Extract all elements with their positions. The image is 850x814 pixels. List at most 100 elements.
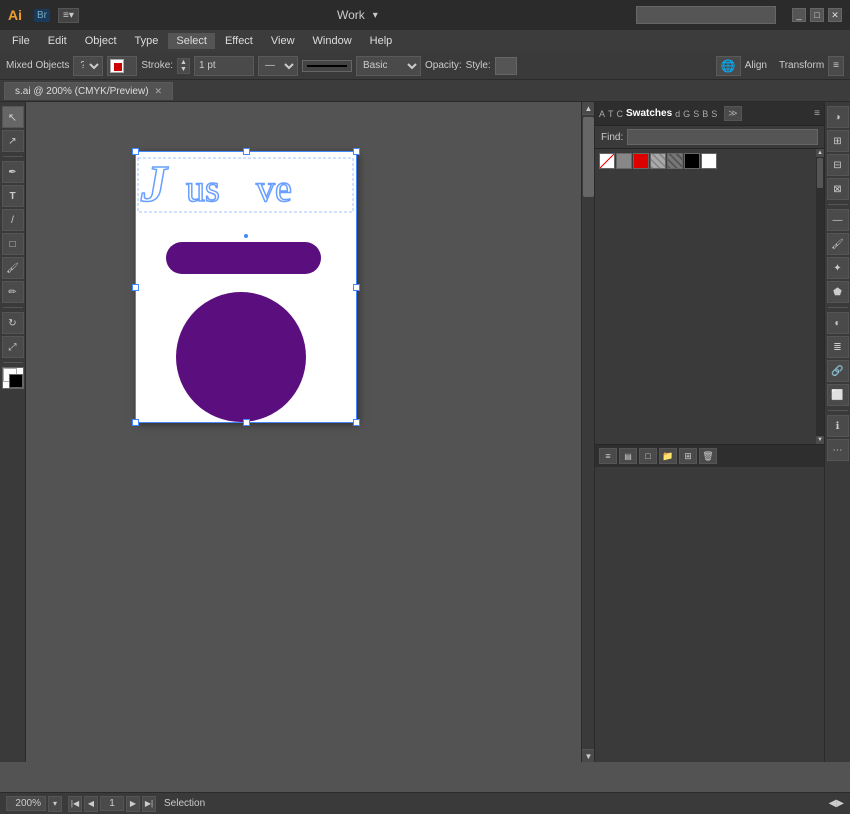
panel-icon-d[interactable]: d — [675, 109, 680, 119]
stroke-panel-button[interactable]: — — [827, 209, 849, 231]
close-button[interactable]: ✕ — [828, 8, 842, 22]
more-panels-button[interactable]: ⋯ — [827, 439, 849, 461]
symbols-panel-button[interactable]: ✦ — [827, 257, 849, 279]
document-close-icon[interactable]: ✕ — [155, 86, 163, 97]
delete-swatch-button[interactable]: 🗑 — [699, 448, 717, 464]
document-tab[interactable]: s.ai @ 200% (CMYK/Preview) ✕ — [4, 82, 173, 100]
appearance-button[interactable]: ◐ — [827, 312, 849, 334]
new-swatch-button[interactable]: □ — [639, 448, 657, 464]
direct-select-tool-button[interactable]: ↗ — [2, 130, 24, 152]
graphic-styles-button[interactable]: ⬟ — [827, 281, 849, 303]
align-button[interactable]: Align — [745, 60, 767, 71]
stroke-style-select[interactable]: Basic — [356, 56, 421, 76]
menu-edit[interactable]: Edit — [40, 33, 75, 49]
swatch-black[interactable] — [684, 153, 700, 169]
panel-icon-t[interactable]: T — [608, 109, 614, 119]
scale-tool-button[interactable]: ⤢ — [2, 336, 24, 358]
find-input[interactable] — [627, 129, 818, 145]
rotate-tool-button[interactable]: ↻ — [2, 312, 24, 334]
pen-tool-button[interactable]: ✒ — [2, 161, 24, 183]
swatch-white[interactable] — [701, 153, 717, 169]
panel-icon-b[interactable]: B — [702, 109, 708, 119]
minimize-button[interactable]: _ — [792, 8, 806, 22]
fill-box[interactable] — [2, 367, 24, 389]
search-input[interactable] — [636, 6, 776, 24]
menu-view[interactable]: View — [263, 33, 303, 49]
swatch-registration[interactable] — [616, 153, 632, 169]
panel-switcher-button[interactable]: ≡▾ — [58, 8, 79, 23]
panel-icon-a[interactable]: A — [599, 109, 605, 119]
align-panel-button[interactable]: ⊟ — [827, 154, 849, 176]
menu-select[interactable]: Select — [168, 33, 215, 49]
menu-window[interactable]: Window — [305, 33, 360, 49]
menu-type[interactable]: Type — [127, 33, 167, 49]
circle-shape — [176, 292, 306, 422]
links-button[interactable]: 🔗 — [827, 360, 849, 382]
swatch-none[interactable] — [599, 153, 615, 169]
layers-button[interactable]: ≣ — [827, 336, 849, 358]
swatch-pattern2[interactable] — [667, 153, 683, 169]
workspace-dropdown-arrow[interactable]: ▾ — [373, 10, 378, 21]
libraries-button[interactable]: ⊞ — [679, 448, 697, 464]
workspace-label: Work — [337, 8, 365, 22]
stroke-up-button[interactable]: ▲▼ — [177, 58, 190, 74]
menu-object[interactable]: Object — [77, 33, 125, 49]
document-title: s.ai @ 200% (CMYK/Preview) — [15, 86, 149, 97]
zoom-dropdown[interactable]: ▾ — [48, 796, 62, 812]
scroll-up-arrow[interactable]: ▲ — [582, 102, 594, 115]
selection-tool-button[interactable]: ↖ — [2, 106, 24, 128]
artboards-button[interactable]: ⬜ — [827, 384, 849, 406]
panel-icon-s2[interactable]: S — [711, 109, 717, 119]
zoom-input[interactable] — [6, 796, 46, 811]
panel-icon-s[interactable]: S — [693, 109, 699, 119]
color-guide-button[interactable]: ◑ — [827, 106, 849, 128]
menu-effect[interactable]: Effect — [217, 33, 261, 49]
text-selection-area: J us ve — [136, 156, 356, 214]
new-folder-button[interactable]: 📁 — [659, 448, 677, 464]
panel-expand-button[interactable]: ≫ — [724, 106, 741, 121]
new-color-group-button[interactable]: ▤ — [619, 448, 637, 464]
swatches-scrollbar[interactable]: ▲ ▼ — [816, 149, 824, 444]
panel-icon-g[interactable]: G — [683, 109, 690, 119]
panel-icon-c[interactable]: C — [617, 109, 624, 119]
style-color-box[interactable] — [495, 57, 517, 75]
swatches-scroll-down[interactable]: ▼ — [816, 436, 824, 444]
menu-file[interactable]: File — [4, 33, 38, 49]
pathfinder-button[interactable]: ⊠ — [827, 178, 849, 200]
panel-menu-icon[interactable]: ≡ — [814, 108, 820, 119]
more-options-button[interactable]: ≡ — [828, 56, 844, 76]
page-prev-button[interactable]: ◀ — [84, 796, 98, 812]
object-props-button[interactable]: ℹ — [827, 415, 849, 437]
swatches-tab-label[interactable]: Swatches — [626, 108, 672, 119]
swatch-red[interactable] — [633, 153, 649, 169]
mixed-objects-select[interactable]: ? — [73, 56, 103, 76]
page-number-input[interactable] — [100, 796, 124, 811]
transform-button[interactable]: Transform — [779, 60, 824, 71]
page-first-button[interactable]: |◀ — [68, 796, 82, 812]
page-last-button[interactable]: ▶| — [142, 796, 156, 812]
fill-color-button[interactable] — [107, 56, 137, 76]
canvas-area[interactable]: J us ve — [26, 102, 594, 762]
scroll-down-arrow[interactable]: ▼ — [582, 749, 594, 762]
swatch-pattern1[interactable] — [650, 153, 666, 169]
transform-panel-button[interactable]: ⊞ — [827, 130, 849, 152]
bridge-logo[interactable]: Br — [34, 9, 50, 22]
globe-icon-button[interactable]: 🌐 — [716, 56, 741, 76]
maximize-button[interactable]: □ — [810, 8, 824, 22]
stroke-type-select[interactable]: — — [258, 56, 298, 76]
page-next-button[interactable]: ▶ — [126, 796, 140, 812]
type-tool-button[interactable]: T — [2, 185, 24, 207]
status-right-arrow[interactable]: ▶ — [836, 798, 844, 809]
line-tool-button[interactable]: / — [2, 209, 24, 231]
scrollbar-thumb[interactable] — [583, 117, 594, 197]
canvas-vertical-scrollbar[interactable]: ▲ ▼ — [581, 102, 594, 762]
show-swatch-kinds-button[interactable]: ≡ — [599, 448, 617, 464]
brushes-panel-button[interactable]: 🖌 — [827, 233, 849, 255]
pencil-tool-button[interactable]: ✏ — [2, 281, 24, 303]
swatches-scroll-up[interactable]: ▲ — [816, 149, 824, 157]
paintbrush-tool-button[interactable]: 🖌 — [2, 257, 24, 279]
status-left-arrow[interactable]: ◀ — [829, 798, 837, 809]
menu-help[interactable]: Help — [362, 33, 401, 49]
swatches-scrollbar-thumb[interactable] — [817, 158, 823, 188]
shape-tool-button[interactable]: □ — [2, 233, 24, 255]
